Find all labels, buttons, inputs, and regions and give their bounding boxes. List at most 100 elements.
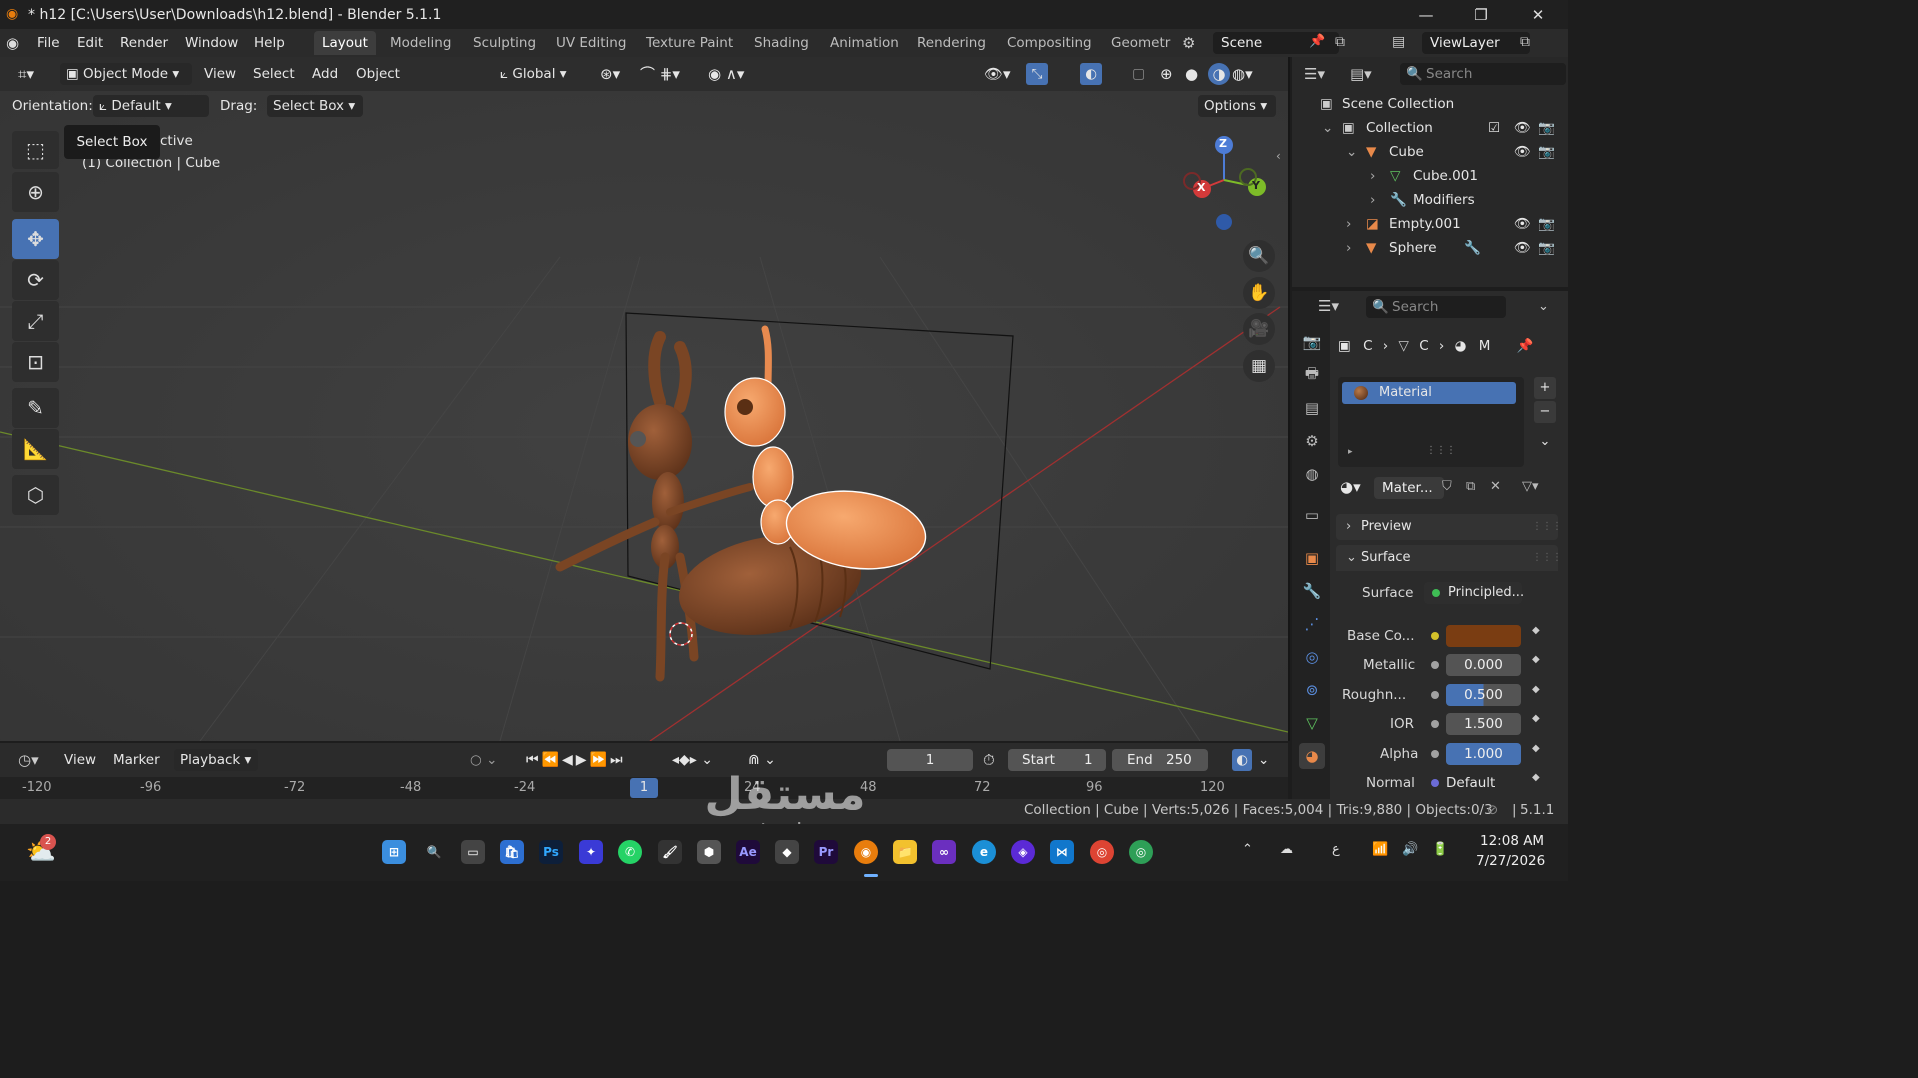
xray-icon[interactable]: ▢ <box>1132 63 1145 85</box>
outliner-search-input[interactable]: 🔍 Search <box>1400 63 1566 85</box>
paint-icon[interactable]: 🖌 <box>658 840 682 864</box>
transform-orientation-dropdown[interactable]: ⟀ Global ▾ <box>500 63 588 85</box>
normal-value[interactable]: Default <box>1446 772 1495 794</box>
duplicate-material-icon[interactable]: ⧉ <box>1466 479 1475 494</box>
cursor-tool[interactable]: ⊕ <box>12 172 59 212</box>
clock-date[interactable]: 7/27/2026 <box>1476 853 1545 869</box>
rotate-tool[interactable]: ⟳ <box>12 260 59 300</box>
tab-texture-paint[interactable]: Texture Paint <box>638 31 741 55</box>
tab-uv-editing[interactable]: UV Editing <box>548 31 634 55</box>
current-frame-field[interactable]: 1 <box>887 749 973 771</box>
scene-icon[interactable]: ⚙ <box>1182 34 1195 52</box>
file-explorer-icon[interactable]: 📁 <box>893 840 917 864</box>
view-layer-tab-icon[interactable]: ▤ <box>1299 395 1325 421</box>
roughness-socket-icon[interactable] <box>1431 691 1439 699</box>
alpha-socket-icon[interactable] <box>1431 750 1439 758</box>
output-tab-icon[interactable]: 🖶 <box>1299 362 1325 388</box>
viewport-menu-select[interactable]: Select <box>253 63 295 85</box>
playback-controls-icon[interactable]: ⏮⏪◀▶⏩⏭ <box>526 749 626 771</box>
blender-menu-icon[interactable]: ◉ <box>6 34 19 52</box>
scene-collection-row[interactable]: ▣ Scene Collection <box>1292 92 1568 116</box>
chrome-icon[interactable]: ◎ <box>1090 840 1114 864</box>
pin-icon[interactable]: 📌 <box>1309 34 1325 49</box>
3d-viewport[interactable]: Z X Y ⌗▾ ▣ Object Mode ▾ View Select Add… <box>0 57 1290 741</box>
new-view-layer-icon[interactable]: ⧉ <box>1520 34 1530 50</box>
clock-time[interactable]: 12:08 AM <box>1480 833 1544 849</box>
collection-eye-icon[interactable]: 👁 <box>1514 116 1531 140</box>
expand-mesh-icon[interactable]: › <box>1370 164 1375 188</box>
close-button[interactable]: ✕ <box>1510 0 1566 29</box>
task-view-icon[interactable]: ▭ <box>461 840 485 864</box>
visual-studio-icon[interactable]: ∞ <box>932 840 956 864</box>
search-taskbar-icon[interactable]: 🔍 <box>422 840 446 864</box>
object-tab-icon[interactable]: ▣ <box>1299 545 1325 571</box>
blender-taskbar-icon[interactable]: ◉ <box>854 840 878 864</box>
volume-icon[interactable]: 🔊 <box>1402 842 1418 857</box>
solid-shading-icon[interactable]: ● <box>1185 63 1198 85</box>
overlay-toggle-icon[interactable]: ◐ <box>1080 63 1102 85</box>
sidebar-toggle-icon[interactable]: ‹ <box>1276 149 1281 163</box>
modifiers-row[interactable]: › 🔧 Modifiers <box>1292 188 1568 212</box>
timeline-menu-marker[interactable]: Marker <box>113 749 160 771</box>
expand-slot-icon[interactable]: ▸ <box>1348 447 1353 457</box>
particles-tab-icon[interactable]: ⋰ <box>1299 611 1325 637</box>
base-color-keyframe-icon[interactable]: ◆ <box>1532 625 1540 636</box>
collection-camera-icon[interactable]: 📷 <box>1538 116 1555 140</box>
unlink-material-icon[interactable]: ✕ <box>1490 479 1501 494</box>
expand-empty-icon[interactable]: › <box>1346 212 1351 236</box>
sphere-camera-icon[interactable]: 📷 <box>1538 236 1555 260</box>
material-name-field[interactable]: Mater... <box>1374 477 1444 499</box>
material-browse-icon[interactable]: ◕▾ <box>1340 478 1361 496</box>
annotate-tool[interactable]: ✎ <box>12 388 59 428</box>
menu-render[interactable]: Render <box>120 33 168 53</box>
world-tab-icon[interactable]: ◍ <box>1299 461 1325 487</box>
wifi-icon[interactable]: 📶 <box>1372 842 1388 857</box>
surface-shader-field[interactable]: Principled... <box>1424 582 1524 604</box>
onedrive-icon[interactable]: ☁ <box>1280 842 1293 857</box>
stopwatch-icon[interactable]: ⏱ <box>983 749 995 771</box>
menu-window[interactable]: Window <box>185 33 238 53</box>
pivot-icon[interactable]: ⊛▾ <box>600 63 620 85</box>
preview-panel-header[interactable]: › Preview ⋮⋮⋮ <box>1336 514 1562 540</box>
tab-geometry-nodes[interactable]: Geometr <box>1103 31 1174 55</box>
sphere-eye-icon[interactable]: 👁 <box>1514 236 1531 260</box>
metallic-socket-icon[interactable] <box>1431 661 1439 669</box>
visibility-icon[interactable]: 👁▾ <box>984 63 1011 85</box>
orientation-default-dropdown[interactable]: ⟀ Default ▾ <box>93 95 209 117</box>
add-slot-button[interactable]: + <box>1534 377 1556 399</box>
resize-handle-icon[interactable]: ⋮⋮⋮ <box>1426 445 1456 456</box>
metallic-field[interactable]: 0.000 <box>1446 654 1521 676</box>
input-language-indicator[interactable]: ع <box>1332 842 1340 857</box>
timeline-menu-view[interactable]: View <box>64 749 96 771</box>
zoom-button[interactable]: 🔍 <box>1243 240 1275 272</box>
expand-collection-icon[interactable]: ⌄ <box>1322 116 1333 140</box>
remove-slot-button[interactable]: − <box>1534 401 1556 423</box>
alpha-keyframe-icon[interactable]: ◆ <box>1532 743 1540 754</box>
data-tab-icon[interactable]: ▽ <box>1299 710 1325 736</box>
proportional-edit-icon[interactable]: ◉ ∧▾ <box>708 63 744 85</box>
normal-socket-icon[interactable] <box>1431 779 1439 787</box>
rendered-shading-icon[interactable]: ◍▾ <box>1232 63 1253 85</box>
tab-shading[interactable]: Shading <box>746 31 817 55</box>
empty-camera-icon[interactable]: 📷 <box>1538 212 1555 236</box>
sphere-row[interactable]: › ▼ Sphere 🔧 👁 📷 <box>1292 236 1568 260</box>
premiere-icon[interactable]: Pr <box>814 840 838 864</box>
tab-sculpting[interactable]: Sculpting <box>465 31 544 55</box>
normal-keyframe-icon[interactable]: ◆ <box>1532 772 1540 783</box>
minimize-button[interactable]: — <box>1398 0 1454 29</box>
edge-icon[interactable]: e <box>972 840 996 864</box>
material-slot-item[interactable]: Material <box>1342 382 1516 404</box>
alpha-field[interactable]: 1.000 <box>1446 743 1521 765</box>
viewport-menu-object[interactable]: Object <box>356 63 400 85</box>
timeline-ruler[interactable]: -120 -96 -72 -48 -24 1 24 48 72 96 120 <box>0 777 1288 799</box>
ior-keyframe-icon[interactable]: ◆ <box>1532 713 1540 724</box>
pan-button[interactable]: ✋ <box>1243 277 1275 309</box>
view-layer-selector[interactable]: ViewLayer <box>1422 32 1530 54</box>
collection-checkbox[interactable]: ☑ <box>1488 116 1500 140</box>
cube-eye-icon[interactable]: 👁 <box>1514 140 1531 164</box>
roughness-field[interactable]: 0.500 <box>1446 684 1521 706</box>
keyframe-nav-icon[interactable]: ◂◆▸ ⌄ <box>672 749 713 771</box>
ior-field[interactable]: 1.500 <box>1446 713 1521 735</box>
vscode-icon[interactable]: ⋈ <box>1050 840 1074 864</box>
material-slot-list[interactable]: Material ▸ ⋮⋮⋮ <box>1338 377 1524 467</box>
